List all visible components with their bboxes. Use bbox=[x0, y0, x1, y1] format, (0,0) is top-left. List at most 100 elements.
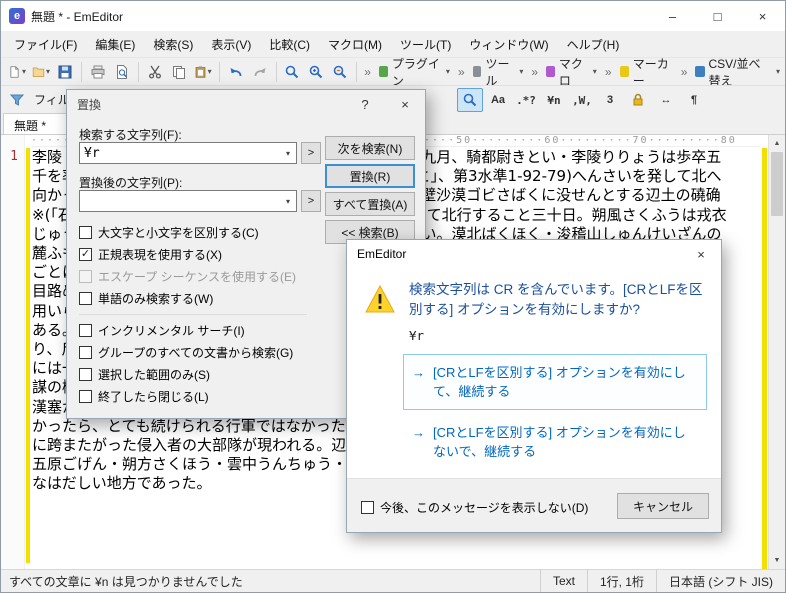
message-instruction: 検索文字列は CR を含んでいます。[CRとLFを区別する] オプションを有効に… bbox=[409, 282, 703, 317]
wrap-toggle[interactable]: ↔ bbox=[653, 88, 679, 112]
word-boundary-toggle[interactable]: ,W, bbox=[569, 88, 595, 112]
checkbox-label: インクリメンタル サーチ(I) bbox=[98, 323, 245, 338]
menu-search[interactable]: 検索(S) bbox=[144, 32, 202, 57]
scrollbar-thumb[interactable] bbox=[771, 152, 783, 216]
undo-button[interactable] bbox=[225, 60, 247, 84]
maximize-button[interactable]: □ bbox=[695, 1, 740, 31]
replace-all-button[interactable]: すべて置換(A) bbox=[325, 192, 415, 216]
message-dialog-controls: × bbox=[681, 240, 721, 268]
checkbox-label: 選択した範囲のみ(S) bbox=[98, 367, 210, 382]
cut-button[interactable] bbox=[144, 60, 166, 84]
menu-edit[interactable]: 編集(E) bbox=[86, 32, 144, 57]
checkbox-label: 大文字と小文字を区別する(C) bbox=[98, 225, 259, 240]
checkbox-escape-sequence: エスケープ シーケンスを使用する(E) bbox=[79, 266, 296, 286]
replace-menu-button[interactable]: > bbox=[301, 190, 321, 212]
checkbox-label: 終了したら閉じる(L) bbox=[98, 389, 209, 404]
replace-button[interactable]: 置換(R) bbox=[325, 164, 415, 188]
toolbar-overflow-icon[interactable]: » bbox=[681, 65, 688, 79]
find-button[interactable] bbox=[281, 60, 303, 84]
copy-icon bbox=[172, 65, 185, 79]
regex-toggle[interactable]: .*? bbox=[513, 88, 539, 112]
menu-compare[interactable]: 比較(C) bbox=[260, 32, 319, 57]
checkbox-incremental-search[interactable]: インクリメンタル サーチ(I) bbox=[79, 320, 245, 340]
checkbox-search-all-group[interactable]: グループのすべての文書から検索(G) bbox=[79, 342, 293, 362]
checkbox-use-regex[interactable]: ✓ 正規表現を使用する(X) bbox=[79, 244, 222, 264]
checkbox-label: グループのすべての文書から検索(G) bbox=[98, 345, 294, 360]
dropdown-caret-icon: ▾ bbox=[519, 67, 524, 76]
match-case-toggle[interactable]: Aa bbox=[485, 88, 511, 112]
search-replace-icon bbox=[334, 65, 347, 78]
status-encoding[interactable]: 日本語 (シフト JIS) bbox=[656, 570, 785, 592]
tab-untitled[interactable]: 無題 * bbox=[3, 113, 72, 134]
markers-label: マーカー bbox=[632, 56, 669, 88]
number-range-toggle[interactable]: 3 bbox=[597, 88, 623, 112]
modified-lines-marker bbox=[26, 148, 30, 563]
toolbar-overflow-icon[interactable]: » bbox=[364, 65, 371, 79]
find-next-button[interactable]: 次を検索(N) bbox=[325, 136, 415, 160]
copy-button[interactable] bbox=[168, 60, 190, 84]
window-title: 無題 * - EmEditor bbox=[31, 9, 124, 24]
find-input[interactable]: ¥r ▾ bbox=[79, 142, 297, 164]
checkbox-match-case[interactable]: 大文字と小文字を区別する(C) bbox=[79, 222, 259, 242]
vertical-scrollbar[interactable]: ▲ ▼ bbox=[768, 135, 785, 569]
message-dialog-titlebar[interactable]: EmEditor × bbox=[347, 240, 721, 268]
status-mode[interactable]: Text bbox=[539, 570, 587, 592]
message-dialog-close-button[interactable]: × bbox=[681, 240, 721, 268]
escape-sequence-toggle[interactable]: ¥n bbox=[541, 88, 567, 112]
line-number-gutter[interactable]: 1 bbox=[1, 135, 25, 569]
checkbox-selection-only[interactable]: 選択した範囲のみ(S) bbox=[79, 364, 210, 384]
zoom-button[interactable] bbox=[329, 60, 351, 84]
status-cursor-position[interactable]: 1行, 1桁 bbox=[586, 570, 656, 592]
suppress-message-checkbox[interactable]: 今後、このメッセージを表示しない(D) bbox=[361, 497, 588, 517]
find-menu-button[interactable]: > bbox=[301, 142, 321, 164]
checkbox-box bbox=[79, 323, 92, 337]
command-link-enable-cr-lf[interactable]: → [CRとLFを区別する] オプションを有効にして、継続する bbox=[403, 354, 707, 410]
replace-dialog-title: 置換 bbox=[77, 97, 102, 112]
print-button[interactable] bbox=[87, 60, 109, 84]
paragraph-marks-toggle[interactable]: ¶ bbox=[681, 88, 707, 112]
scroll-up-icon[interactable]: ▲ bbox=[769, 135, 785, 152]
open-file-button[interactable]: ▾ bbox=[30, 60, 52, 84]
replace-dialog-titlebar[interactable]: 置換 ? × bbox=[67, 90, 425, 118]
combo-dropdown-icon[interactable]: ▾ bbox=[280, 197, 296, 206]
filter-button[interactable] bbox=[6, 88, 28, 112]
tools-label: ツール bbox=[485, 56, 510, 88]
replace-input[interactable]: ▾ bbox=[79, 190, 297, 212]
plugins-label: プラグイン bbox=[391, 56, 440, 88]
menu-file[interactable]: ファイル(F) bbox=[5, 32, 86, 57]
paste-button[interactable]: ▾ bbox=[192, 60, 214, 84]
command-link-no-enable-cr-lf[interactable]: → [CRとLFを区別する] オプションを有効にしないで、継続する bbox=[403, 414, 707, 470]
filter-search-button[interactable] bbox=[457, 88, 483, 112]
print-preview-button[interactable] bbox=[111, 60, 133, 84]
toolbar-overflow-icon[interactable]: » bbox=[531, 65, 538, 79]
scroll-down-icon[interactable]: ▼ bbox=[769, 552, 785, 569]
redo-button[interactable] bbox=[249, 60, 271, 84]
find-next-button[interactable] bbox=[305, 60, 327, 84]
dropdown-caret-icon: ▾ bbox=[592, 67, 597, 76]
checkbox-word-only[interactable]: 単語のみ検索する(W) bbox=[79, 288, 213, 308]
combo-dropdown-icon[interactable]: ▾ bbox=[280, 149, 296, 158]
redo-icon bbox=[254, 67, 265, 76]
replace-dialog-close-button[interactable]: × bbox=[385, 90, 425, 118]
toolbar-overflow-icon[interactable]: » bbox=[458, 65, 465, 79]
save-button[interactable] bbox=[54, 60, 76, 84]
new-file-icon bbox=[10, 65, 19, 78]
help-button[interactable]: ? bbox=[345, 90, 385, 118]
message-dialog: EmEditor × 検索文字列は CR を含んでいます。[CRとLFを区別する… bbox=[346, 239, 722, 533]
emeditor-window: e 無題 * - EmEditor – □ × ファイル(F) 編集(E) 検索… bbox=[0, 0, 786, 593]
marker-icon bbox=[619, 66, 629, 77]
cancel-button[interactable]: キャンセル bbox=[617, 493, 709, 519]
lock-button[interactable] bbox=[625, 88, 651, 112]
command-link-text: [CRとLFを区別する] オプションを有効にして、継続する bbox=[433, 365, 686, 399]
wrench-icon bbox=[472, 66, 482, 77]
new-file-button[interactable]: ▾ bbox=[6, 60, 28, 84]
close-button[interactable]: × bbox=[740, 1, 785, 31]
checkbox-close-when-done[interactable]: 終了したら閉じる(L) bbox=[79, 386, 209, 406]
menu-view[interactable]: 表示(V) bbox=[202, 32, 260, 57]
checkbox-label: エスケープ シーケンスを使用する(E) bbox=[98, 269, 297, 284]
toolbar-overflow-icon[interactable]: » bbox=[605, 65, 612, 79]
minimize-button[interactable]: – bbox=[650, 1, 695, 31]
title-bar: e 無題 * - EmEditor – □ × bbox=[1, 1, 785, 31]
printer-icon bbox=[91, 65, 105, 78]
dropdown-caret-icon: ▾ bbox=[207, 67, 212, 76]
